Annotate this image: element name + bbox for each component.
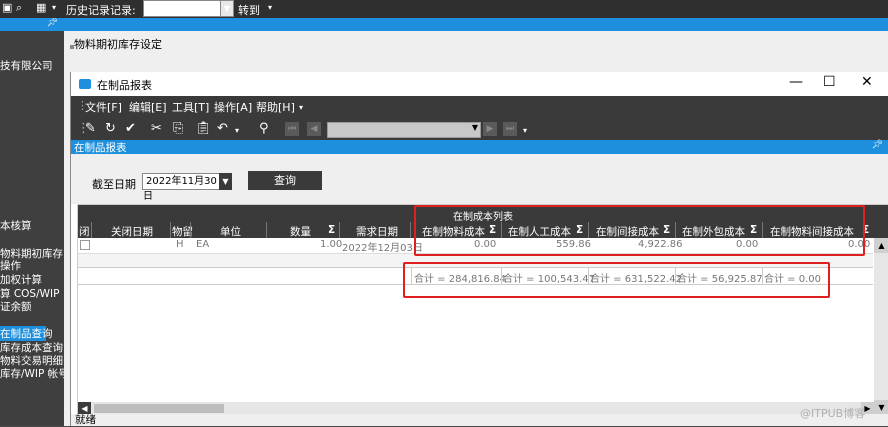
prev-record-button[interactable]: ◀ xyxy=(307,122,321,136)
record-combo[interactable]: ▼ xyxy=(327,122,481,138)
highlight-box-sums xyxy=(403,262,830,298)
menu-tools[interactable]: 工具[T] xyxy=(172,99,209,115)
tool-bar: ⋮ ✎ ↻ ✔ ✂ ⎘ 📋︎ ↶ ▾ ⚲ ⏮ ◀ ▼ ▶ ⏭ ▾ xyxy=(71,118,888,140)
menu-file[interactable]: 文件[F] xyxy=(85,99,122,115)
row-checkbox[interactable] xyxy=(80,240,90,250)
cell-flag: H xyxy=(176,239,184,250)
highlight-box-headers xyxy=(414,205,865,256)
date-dropdown-icon[interactable]: ▼ xyxy=(219,173,232,190)
pin-icon[interactable]: 📌︎ xyxy=(872,140,883,150)
panel-header: 在制品报表 📌︎ xyxy=(71,140,888,154)
dropdown-icon[interactable]: ▼ xyxy=(472,123,478,132)
menu-operation[interactable]: 操作[A] xyxy=(214,99,252,115)
chevron-down-icon[interactable]: ▾ xyxy=(268,2,280,14)
calendar-icon[interactable]: ▦ xyxy=(36,2,48,14)
sidebar-item-wip-query[interactable]: 在制品查询 xyxy=(0,326,53,341)
binoculars-icon[interactable]: ⚲ xyxy=(259,121,269,136)
sidebar-item-company[interactable]: 技有限公司 xyxy=(0,58,53,73)
panel-title: 在制品报表 xyxy=(74,142,127,154)
undo-icon[interactable]: ↶ xyxy=(217,121,228,136)
history-input[interactable] xyxy=(143,0,221,17)
scroll-down-icon[interactable]: ▼ xyxy=(874,400,888,415)
sidebar-item-weighted-calc[interactable]: 加权计算 xyxy=(0,272,42,287)
column-header-closed[interactable]: 闭 xyxy=(79,224,90,239)
goto-button[interactable]: 转到 xyxy=(238,2,260,18)
maximize-button[interactable]: ☐ xyxy=(823,74,836,90)
column-divider xyxy=(91,222,92,238)
menu-help[interactable]: 帮助[H] xyxy=(256,99,295,115)
sidebar-item-cost-accounting[interactable]: 本核算 xyxy=(0,218,32,233)
grid-icon[interactable]: ▣ xyxy=(2,2,14,14)
chevron-down-icon[interactable]: ▾ xyxy=(235,126,239,135)
date-value: 2022年11月30日 xyxy=(143,176,217,202)
sidebar-item-operation[interactable]: 操作 xyxy=(0,258,21,273)
main-header xyxy=(64,18,888,31)
close-button[interactable]: ✕ xyxy=(861,74,873,90)
sigma-icon[interactable]: Σ xyxy=(328,224,335,236)
cell-req-date: 2022年12月03日 xyxy=(342,243,423,254)
column-divider xyxy=(190,222,191,238)
page-title: 物料期初库存设定 xyxy=(74,38,162,51)
column-divider xyxy=(410,222,411,238)
refresh-icon[interactable]: ↻ xyxy=(105,121,116,136)
filter-area: 截至日期 2022年11月30日 ▼ 查询 xyxy=(71,154,888,204)
check-icon[interactable]: ✔ xyxy=(125,121,136,136)
menu-bar: ⋮ 文件[F] 编辑[E] 工具[T] 操作[A] 帮助[H] ▾ xyxy=(71,96,888,118)
column-header-qty[interactable]: 数量 xyxy=(290,224,311,239)
chevron-down-icon[interactable]: ▾ xyxy=(299,103,303,112)
column-header-req-date[interactable]: 需求日期 xyxy=(356,224,398,239)
window-title: 在制品报表 xyxy=(97,79,152,92)
sidebar-item-voucher-balance[interactable]: 证余额 xyxy=(0,299,32,314)
status-text: 就绪 xyxy=(75,414,96,426)
chevron-down-icon[interactable]: ▾ xyxy=(52,2,64,14)
sidebar-item-inventory-wip-account[interactable]: 库存/WIP 帐号 xyxy=(0,366,64,381)
pin-icon[interactable]: 📌︎ xyxy=(47,18,58,28)
top-toolbar: ▣ ⌕ ▦ ▾ 历史记录记录: ▼ 转到 ▾ xyxy=(0,0,888,18)
sidebar: 📌︎ 技有限公司 本核算 物料期初库存 操作 加权计算 算 COS/WIP 证余… xyxy=(0,18,64,426)
window-icon xyxy=(79,79,91,89)
cut-icon[interactable]: ✂ xyxy=(151,121,162,136)
copy-icon[interactable]: ⎘ xyxy=(173,121,183,136)
window-titlebar: 在制品报表 — ☐ ✕ xyxy=(71,72,888,96)
history-label: 历史记录记录: xyxy=(66,4,136,17)
column-header-close-date[interactable]: 关闭日期 xyxy=(111,224,153,239)
date-label: 截至日期 xyxy=(92,178,136,191)
minimize-button[interactable]: — xyxy=(789,74,803,90)
history-dropdown-icon[interactable]: ▼ xyxy=(220,0,234,17)
search-icon[interactable]: ⌕ xyxy=(16,2,28,14)
last-record-button[interactable]: ⏭ xyxy=(503,122,517,136)
watermark: @ITPUB博客 xyxy=(800,407,866,420)
first-record-button[interactable]: ⏮ xyxy=(285,122,299,136)
status-bar: 就绪 xyxy=(71,414,888,426)
scroll-thumb[interactable] xyxy=(94,404,224,413)
date-picker[interactable]: 2022年11月30日 xyxy=(142,173,222,202)
column-divider xyxy=(339,222,340,238)
scroll-up-icon[interactable]: ▲ xyxy=(874,238,888,253)
cell-qty: 1.00 xyxy=(320,239,343,250)
column-divider xyxy=(170,222,171,238)
vertical-scrollbar[interactable]: ▲ ▼ xyxy=(874,238,888,415)
cell-unit: EA xyxy=(196,239,210,250)
menu-edit[interactable]: 编辑[E] xyxy=(129,99,167,115)
query-button[interactable]: 查询 xyxy=(248,171,322,190)
chevron-down-icon[interactable]: ▾ xyxy=(523,126,527,135)
paste-icon[interactable]: 📋︎ xyxy=(195,121,212,136)
column-divider xyxy=(266,222,267,238)
column-header-unit[interactable]: 单位 xyxy=(220,224,241,239)
next-record-button[interactable]: ▶ xyxy=(483,122,497,136)
sidebar-header: 📌︎ xyxy=(0,18,64,31)
attachment-icon[interactable]: ✎ xyxy=(85,121,96,136)
